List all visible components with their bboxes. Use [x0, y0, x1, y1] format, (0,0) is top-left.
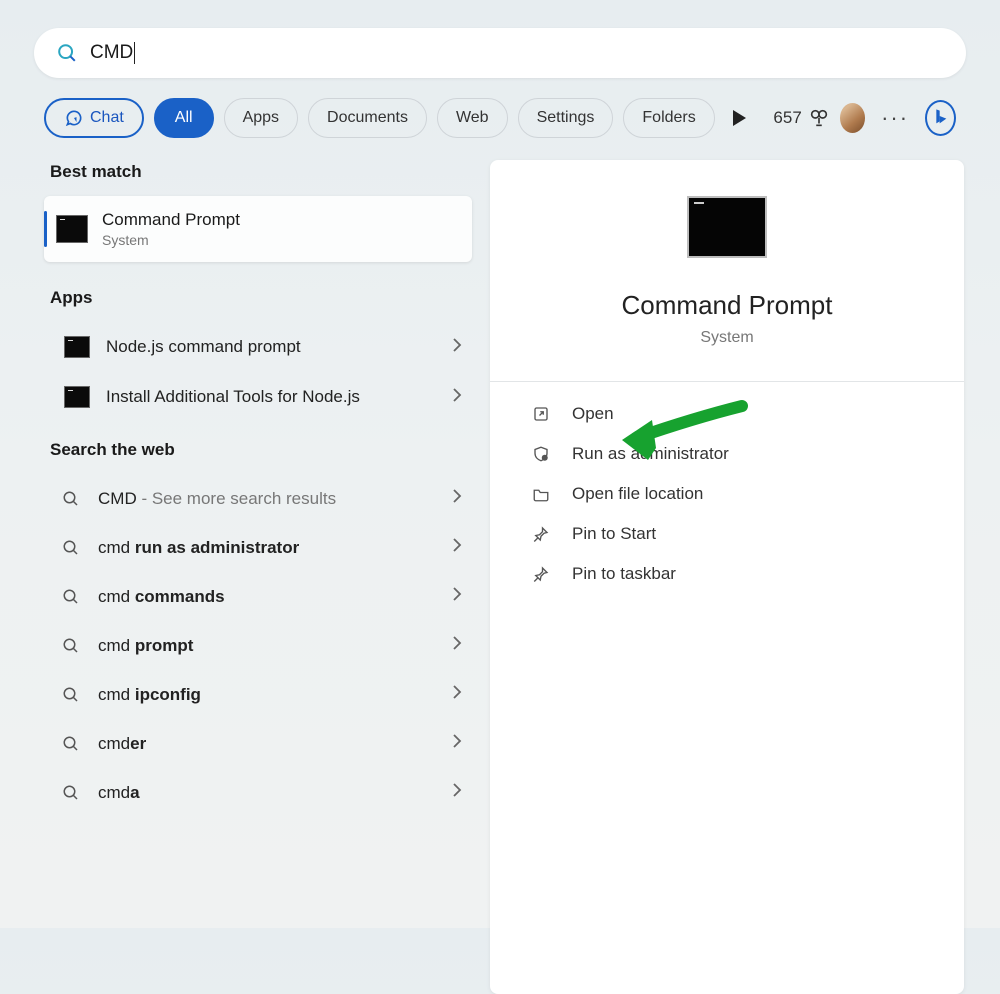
- avatar[interactable]: [840, 103, 865, 133]
- action-label: Pin to taskbar: [572, 564, 676, 584]
- points-value: 657: [773, 108, 801, 128]
- best-match-subtitle: System: [102, 232, 240, 248]
- app-result-node-tools[interactable]: Install Additional Tools for Node.js: [44, 372, 472, 422]
- search-icon: [60, 637, 82, 655]
- web-chip-label: Web: [456, 109, 489, 127]
- chat-chip[interactable]: Chat: [44, 98, 144, 138]
- best-match-title: Command Prompt: [102, 210, 240, 230]
- pin-icon: [530, 565, 552, 583]
- search-web-header: Search the web: [44, 422, 472, 474]
- action-label: Run as administrator: [572, 444, 729, 464]
- search-query-text: CMD: [90, 42, 133, 64]
- cmd-icon: [56, 215, 88, 243]
- bing-button[interactable]: [925, 100, 956, 136]
- chat-icon: [64, 108, 84, 128]
- web-chip[interactable]: Web: [437, 98, 508, 138]
- search-icon: [60, 686, 82, 704]
- web-result[interactable]: cmd run as administrator: [44, 523, 472, 572]
- folder-icon: [530, 485, 552, 503]
- chat-chip-label: Chat: [90, 109, 124, 127]
- action-file-location[interactable]: Open file location: [514, 474, 940, 514]
- web-label: cmd commands: [98, 587, 225, 607]
- trophy-icon: [808, 107, 830, 129]
- web-result[interactable]: cmd ipconfig: [44, 670, 472, 719]
- web-result[interactable]: cmder: [44, 719, 472, 768]
- app-label: Install Additional Tools for Node.js: [106, 387, 360, 407]
- pin-icon: [530, 525, 552, 543]
- detail-subtitle: System: [700, 329, 753, 347]
- chevron-right-icon: [452, 586, 462, 607]
- folders-chip-label: Folders: [642, 109, 695, 127]
- search-icon: [56, 42, 78, 64]
- filter-row: Chat All Apps Documents Web Settings Fol…: [34, 98, 966, 160]
- search-bar[interactable]: CMD: [34, 28, 966, 78]
- search-icon: [60, 490, 82, 508]
- search-icon: [60, 735, 82, 753]
- chevron-right-icon: [452, 782, 462, 803]
- detail-app-icon: [687, 196, 767, 258]
- chevron-right-icon: [452, 488, 462, 509]
- search-input[interactable]: CMD: [90, 42, 135, 64]
- search-icon: [60, 588, 82, 606]
- documents-chip-label: Documents: [327, 109, 408, 127]
- results-column: Best match Command Prompt System Apps No…: [44, 160, 472, 994]
- action-pin-start[interactable]: Pin to Start: [514, 514, 940, 554]
- play-icon: [733, 110, 746, 126]
- documents-chip[interactable]: Documents: [308, 98, 427, 138]
- more-menu[interactable]: ···: [875, 105, 915, 131]
- bing-icon: [933, 108, 949, 128]
- web-label: cmd ipconfig: [98, 685, 201, 705]
- web-result[interactable]: cmd commands: [44, 572, 472, 621]
- app-label: Node.js command prompt: [106, 337, 301, 357]
- settings-chip[interactable]: Settings: [518, 98, 614, 138]
- divider: [490, 381, 964, 382]
- action-run-admin[interactable]: Run as administrator: [514, 434, 940, 474]
- web-label: cmda: [98, 783, 140, 803]
- chevron-right-icon: [452, 337, 462, 358]
- apps-header: Apps: [44, 286, 472, 322]
- web-label: cmd run as administrator: [98, 538, 299, 558]
- web-label: cmd prompt: [98, 636, 193, 656]
- detail-title: Command Prompt: [622, 290, 833, 321]
- app-result-node-prompt[interactable]: Node.js command prompt: [44, 322, 472, 372]
- action-open[interactable]: Open: [514, 394, 940, 434]
- action-label: Open: [572, 404, 614, 424]
- chevron-right-icon: [452, 387, 462, 408]
- apps-chip[interactable]: Apps: [224, 98, 298, 138]
- terminal-icon: [64, 336, 90, 358]
- chevron-right-icon: [452, 635, 462, 656]
- search-icon: [60, 784, 82, 802]
- settings-chip-label: Settings: [537, 109, 595, 127]
- search-icon: [60, 539, 82, 557]
- folders-chip[interactable]: Folders: [623, 98, 714, 138]
- chevron-right-icon: [452, 684, 462, 705]
- apps-chip-label: Apps: [243, 109, 279, 127]
- text-caret: [134, 42, 135, 64]
- action-label: Open file location: [572, 484, 703, 504]
- best-match-result[interactable]: Command Prompt System: [44, 196, 472, 262]
- web-result[interactable]: CMD - See more search results: [44, 474, 472, 523]
- open-icon: [530, 405, 552, 423]
- web-result[interactable]: cmda: [44, 768, 472, 817]
- terminal-icon: [64, 386, 90, 408]
- shield-icon: [530, 445, 552, 463]
- chevron-right-icon: [452, 537, 462, 558]
- web-result[interactable]: cmd prompt: [44, 621, 472, 670]
- web-label: cmder: [98, 734, 146, 754]
- all-chip-label: All: [175, 109, 193, 127]
- web-label: CMD - See more search results: [98, 489, 336, 509]
- best-match-header: Best match: [44, 160, 472, 196]
- action-pin-taskbar[interactable]: Pin to taskbar: [514, 554, 940, 594]
- all-chip[interactable]: All: [154, 98, 214, 138]
- action-label: Pin to Start: [572, 524, 656, 544]
- detail-panel: Command Prompt System Open Run as admini…: [490, 160, 964, 994]
- chevron-right-icon: [452, 733, 462, 754]
- more-filters-play[interactable]: [725, 110, 754, 126]
- rewards-points[interactable]: 657: [773, 107, 829, 129]
